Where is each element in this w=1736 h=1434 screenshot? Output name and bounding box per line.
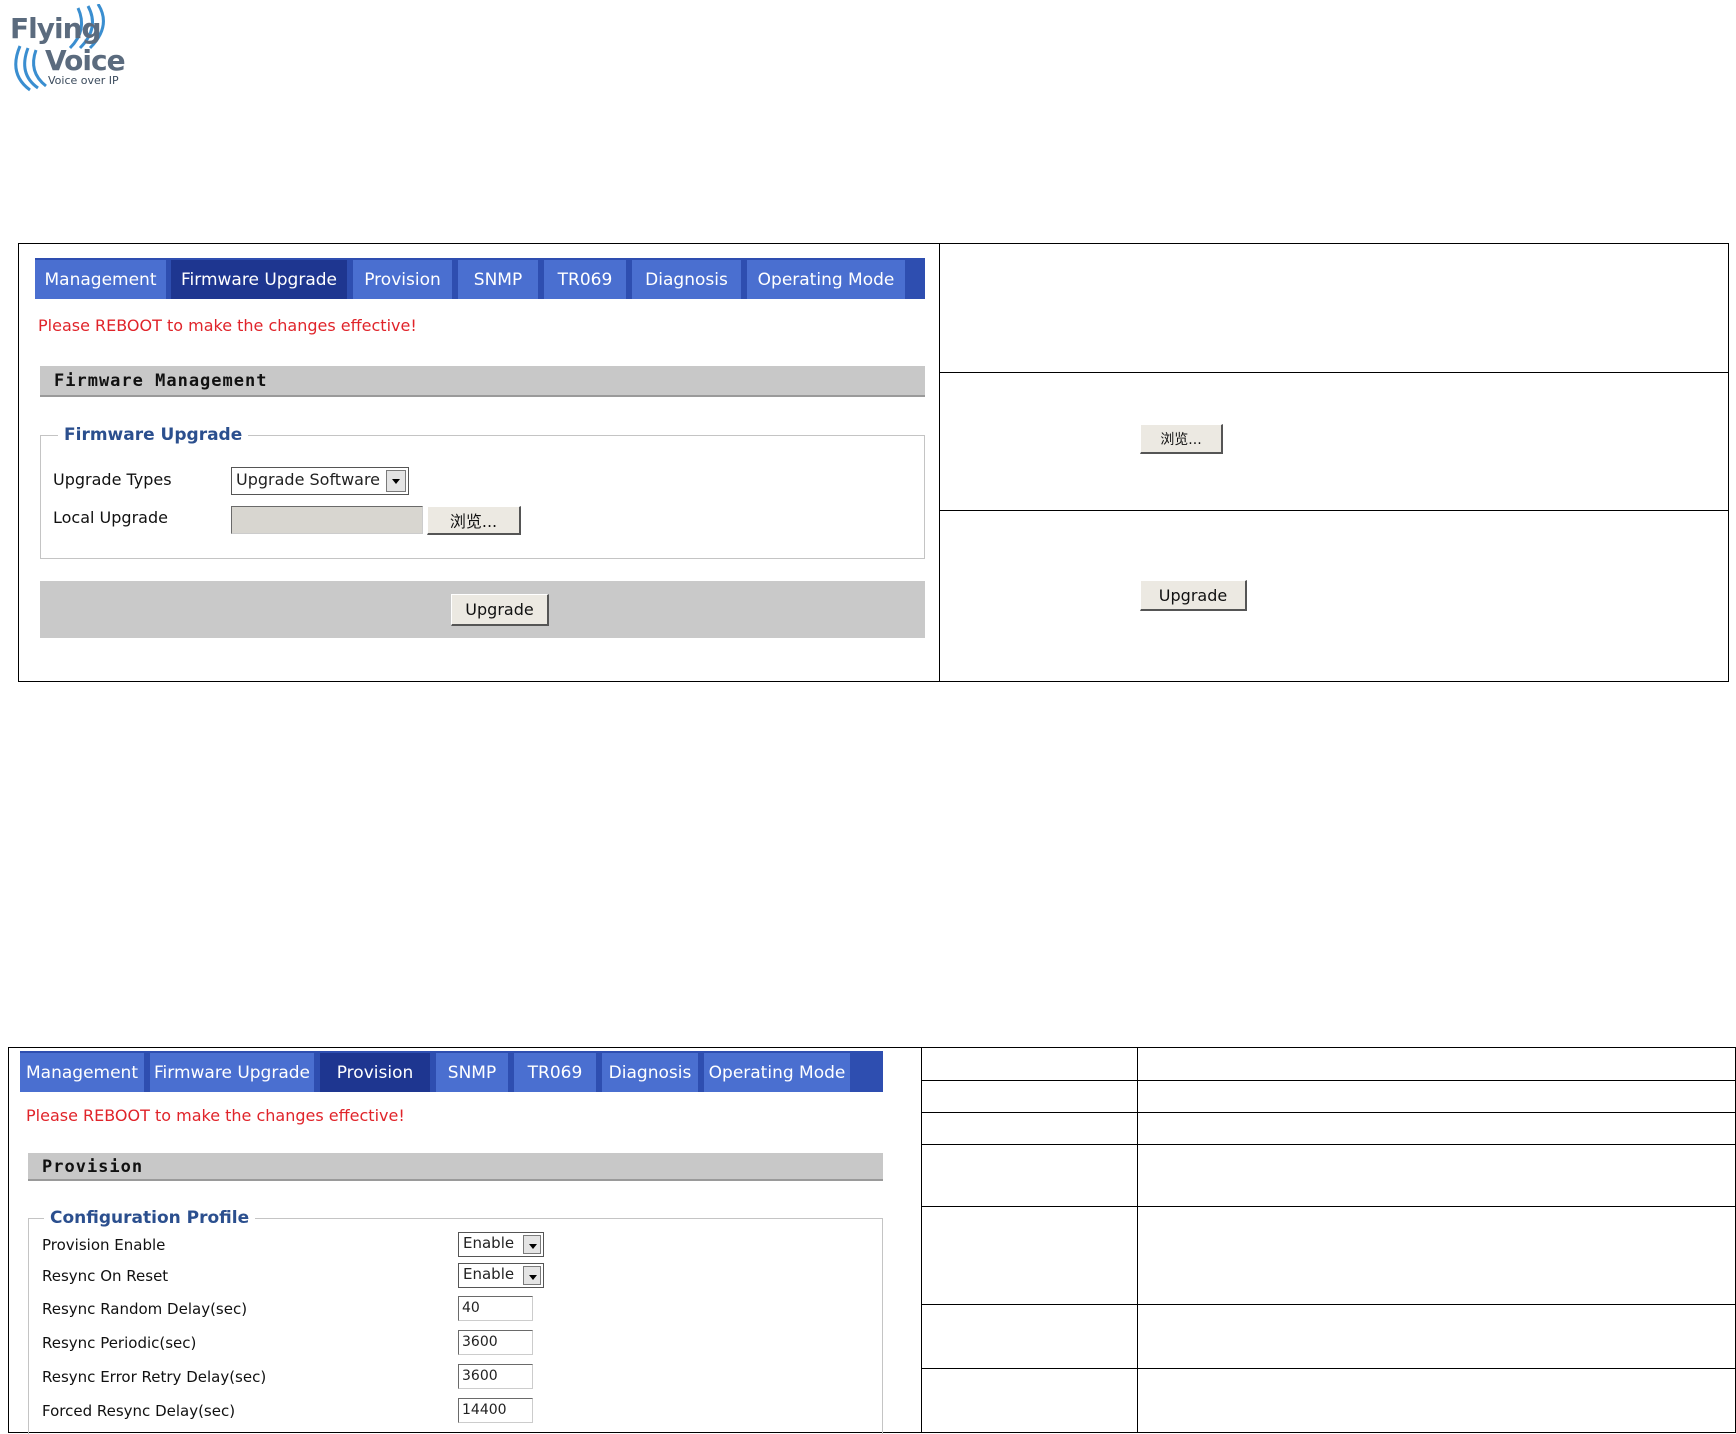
table-row-divider (921, 1304, 1736, 1305)
provision-enable-value: Enable (463, 1234, 515, 1252)
flying-voice-logo: Flying Voice Voice over IP (8, 4, 126, 92)
table-row-divider (921, 1144, 1736, 1145)
table-divider (921, 1047, 922, 1433)
tab-operating-mode[interactable]: Operating Mode (747, 260, 905, 299)
provision-enable-select[interactable]: Enable (458, 1232, 544, 1257)
fieldset-legend: Configuration Profile (44, 1208, 256, 1228)
upgrade-types-label: Upgrade Types (53, 470, 172, 489)
upgrade-types-select[interactable]: Upgrade Software (231, 467, 409, 495)
chevron-down-icon[interactable] (386, 470, 406, 492)
upgrade-button-sample: Upgrade (1140, 580, 1247, 611)
table-row-divider (921, 1206, 1736, 1207)
tab-diagnosis[interactable]: Diagnosis (632, 260, 741, 299)
nav-bar: Management Firmware Upgrade Provision SN… (35, 258, 925, 299)
table-row-divider (921, 1080, 1736, 1081)
tab-snmp[interactable]: SNMP (436, 1053, 508, 1092)
resync-error-retry-delay-label: Resync Error Retry Delay(sec) (42, 1368, 267, 1386)
resync-random-delay-input[interactable]: 40 (458, 1296, 533, 1321)
resync-on-reset-value: Enable (463, 1265, 515, 1283)
nav-bar: Management Firmware Upgrade Provision SN… (20, 1051, 883, 1092)
resync-error-retry-delay-input[interactable]: 3600 (458, 1364, 533, 1389)
table-row-divider (939, 510, 1729, 511)
tab-provision[interactable]: Provision (320, 1053, 430, 1092)
logo-text-voice: Voice (45, 44, 126, 77)
provision-enable-label: Provision Enable (42, 1236, 166, 1254)
reboot-warning: Please REBOOT to make the changes effect… (38, 316, 417, 335)
section-title: Provision (42, 1157, 144, 1177)
upgrade-button[interactable]: Upgrade (451, 594, 549, 626)
forced-resync-delay-input[interactable]: 14400 (458, 1398, 533, 1423)
table-row-divider (921, 1112, 1736, 1113)
resync-on-reset-select[interactable]: Enable (458, 1263, 544, 1288)
logo-tagline: Voice over IP (48, 74, 119, 87)
resync-random-delay-label: Resync Random Delay(sec) (42, 1300, 248, 1318)
forced-resync-delay-label: Forced Resync Delay(sec) (42, 1402, 236, 1420)
chevron-down-icon[interactable] (523, 1235, 541, 1254)
chevron-down-icon[interactable] (523, 1266, 541, 1285)
browse-button-sample: 浏览... (1140, 424, 1223, 454)
table-divider (1137, 1047, 1138, 1433)
local-upgrade-file-field[interactable] (231, 506, 423, 534)
section-header: Provision (28, 1153, 883, 1181)
resync-periodic-input[interactable]: 3600 (458, 1330, 533, 1355)
upgrade-types-value: Upgrade Software (236, 470, 381, 489)
tab-management[interactable]: Management (35, 260, 166, 299)
tab-firmware-upgrade[interactable]: Firmware Upgrade (171, 260, 347, 299)
tab-management[interactable]: Management (20, 1053, 144, 1092)
tab-tr069[interactable]: TR069 (544, 260, 626, 299)
browse-button[interactable]: 浏览... (427, 506, 521, 535)
tab-diagnosis[interactable]: Diagnosis (602, 1053, 698, 1092)
table-row-divider (939, 372, 1729, 373)
firmware-upgrade-fieldset (40, 435, 925, 559)
reboot-warning: Please REBOOT to make the changes effect… (26, 1106, 405, 1125)
table-row-divider (921, 1368, 1736, 1369)
tab-snmp[interactable]: SNMP (458, 260, 538, 299)
local-upgrade-label: Local Upgrade (53, 508, 168, 527)
table-divider (939, 243, 940, 682)
fieldset-legend: Firmware Upgrade (58, 425, 249, 445)
tab-provision[interactable]: Provision (353, 260, 452, 299)
logo-text-flying: Flying (10, 12, 102, 45)
section-title: Firmware Management (54, 371, 268, 391)
tab-tr069[interactable]: TR069 (514, 1053, 596, 1092)
tab-firmware-upgrade[interactable]: Firmware Upgrade (150, 1053, 314, 1092)
resync-periodic-label: Resync Periodic(sec) (42, 1334, 197, 1352)
section-header: Firmware Management (40, 366, 925, 397)
resync-on-reset-label: Resync On Reset (42, 1267, 169, 1285)
tab-operating-mode[interactable]: Operating Mode (704, 1053, 850, 1092)
